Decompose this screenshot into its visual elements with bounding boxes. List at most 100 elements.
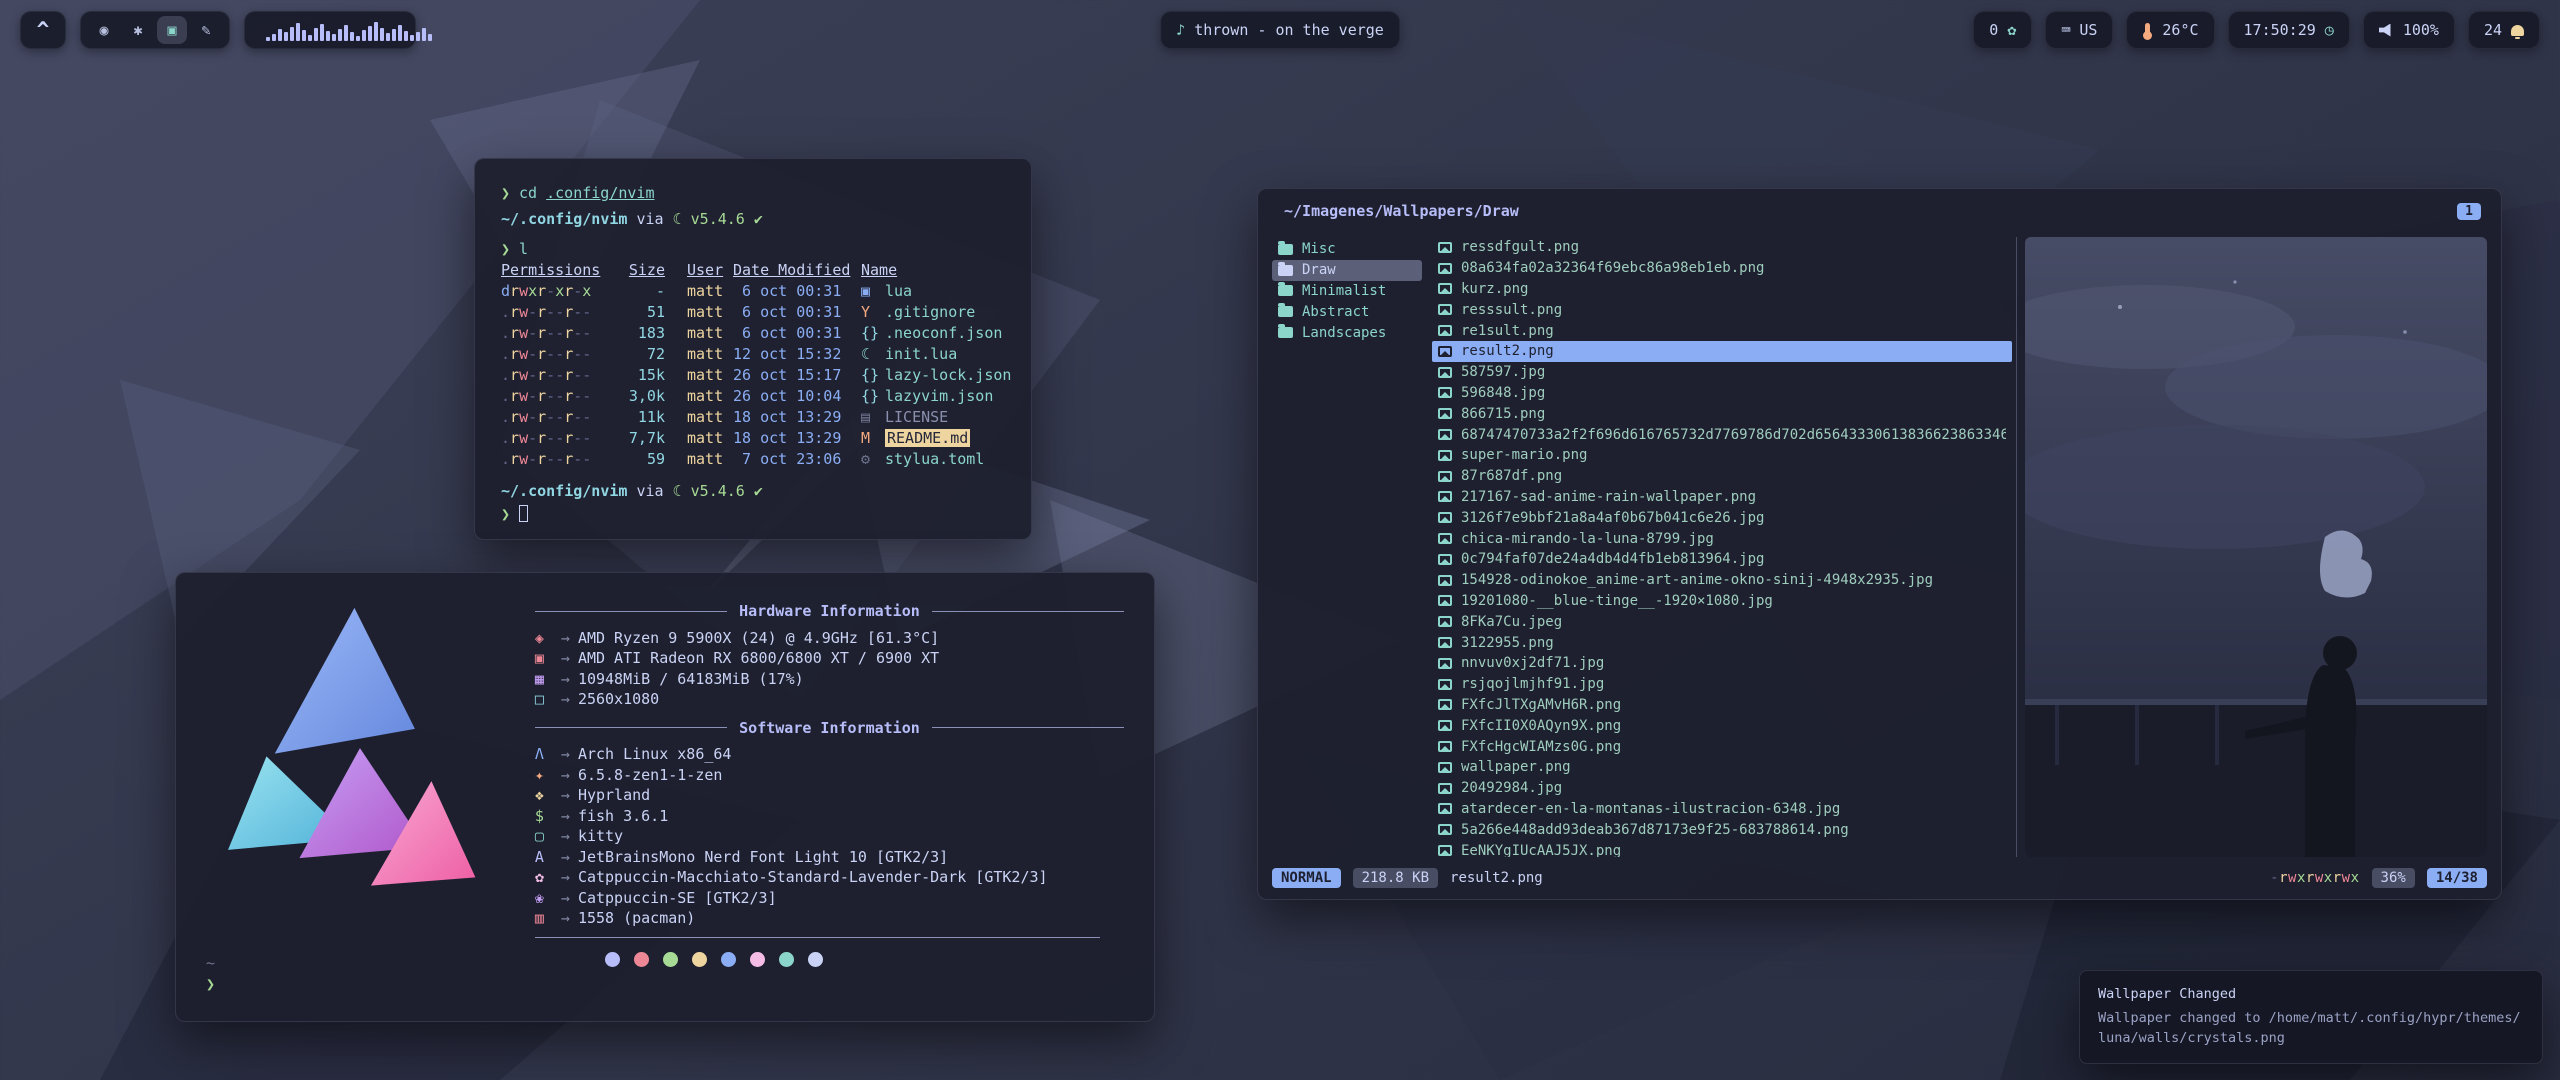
file-row[interactable]: 19201080-__blue-tinge__-1920×1080.jpg xyxy=(1432,591,2012,612)
color-dot xyxy=(634,952,649,967)
file-owner: matt xyxy=(681,449,733,470)
file-owner: matt xyxy=(681,281,733,302)
file-row[interactable]: FXfcII0X0AQyn9X.png xyxy=(1432,715,2012,736)
arrow-icon: → xyxy=(561,745,570,763)
file-row[interactable]: atardecer-en-la-montanas-ilustracion-634… xyxy=(1432,799,2012,820)
temperature-module[interactable]: 26°C xyxy=(2126,11,2214,49)
file-permissions: .rw-r--r-- xyxy=(501,365,617,386)
cava-bar xyxy=(374,22,378,41)
file-name: .gitignore xyxy=(885,303,975,321)
software-icon: ❖ xyxy=(535,785,561,806)
fetch-line: ✦→6.5.8-zen1-1-zen xyxy=(535,765,1124,786)
keyboard-layout-module[interactable]: ⌨ US xyxy=(2045,11,2113,49)
file-row[interactable]: 587597.jpg xyxy=(1432,362,2012,383)
file-row[interactable]: 87r687df.png xyxy=(1432,466,2012,487)
file-row[interactable]: result2.png xyxy=(1432,341,2012,362)
file-row[interactable]: EeNKYgIUcAAJ5JX.png xyxy=(1432,840,2012,857)
file-name: 596848.jpg xyxy=(1461,385,1545,401)
file-permissions: -rwxrwxrwx xyxy=(2270,870,2359,886)
workspace-icon[interactable]: ✱ xyxy=(123,16,153,44)
file-row[interactable]: 3126f7e9bbf21a8a4af0b67b041c6e26.jpg xyxy=(1432,507,2012,528)
file-row[interactable]: 3122955.png xyxy=(1432,632,2012,653)
file-permissions: .rw-r--r-- xyxy=(501,344,617,365)
file-row[interactable]: nnvuv0xj2df71.jpg xyxy=(1432,653,2012,674)
cava-bar xyxy=(308,35,312,41)
cursor-line: ❯ xyxy=(501,504,1005,525)
updates-module[interactable]: 0 ✿ xyxy=(1973,11,2032,49)
software-icon: ✦ xyxy=(535,765,561,786)
file-row[interactable]: rsjqojlmjhf91.jpg xyxy=(1432,674,2012,695)
image-file-icon xyxy=(1438,616,1452,627)
file-row[interactable]: 8FKa7Cu.jpeg xyxy=(1432,611,2012,632)
workspace-icon[interactable]: ◉ xyxy=(89,16,119,44)
folder-name: Draw xyxy=(1302,262,1336,278)
arrow-icon: → xyxy=(561,827,570,845)
file-row[interactable]: FXfcHgcWIAMzs0G.png xyxy=(1432,736,2012,757)
file-row[interactable]: super-mario.png xyxy=(1432,445,2012,466)
arrow-icon: → xyxy=(561,629,570,647)
file-row[interactable]: kurz.png xyxy=(1432,279,2012,300)
file-row[interactable]: 154928-odinokoe_anime-art-anime-okno-sin… xyxy=(1432,570,2012,591)
file-row[interactable]: 20492984.jpg xyxy=(1432,778,2012,799)
file-name: resssult.png xyxy=(1461,302,1562,318)
file-name: FXfcHgcWIAMzs0G.png xyxy=(1461,739,1621,755)
file-name: FXfcII0X0AQyn9X.png xyxy=(1461,718,1621,734)
sidebar-folder-item[interactable]: Misc xyxy=(1272,239,1422,260)
fetch-line: $→fish 3.6.1 xyxy=(535,806,1124,827)
terminal-window-nvim[interactable]: ❯cd .config/nvim ~/.config/nvim via ☾ v5… xyxy=(474,158,1032,540)
file-name: 3126f7e9bbf21a8a4af0b67b041c6e26.jpg xyxy=(1461,510,1764,526)
command-text: cd xyxy=(519,184,537,202)
file-row[interactable]: 217167-sad-anime-rain-wallpaper.png xyxy=(1432,487,2012,508)
file-row[interactable]: resssult.png xyxy=(1432,299,2012,320)
file-row[interactable]: 08a634fa02a32364f69ebc86a98eb1eb.png xyxy=(1432,258,2012,279)
clock-module[interactable]: 17:50:29 ◷ xyxy=(2228,11,2350,49)
image-file-icon xyxy=(1438,450,1452,461)
launcher-button[interactable]: ^ xyxy=(20,11,66,49)
sidebar-folder-item[interactable]: Draw xyxy=(1272,260,1422,281)
file-row[interactable]: wallpaper.png xyxy=(1432,757,2012,778)
file-date: 12 oct 15:32 xyxy=(733,344,861,365)
media-player-module[interactable]: ♪ thrown - on the verge xyxy=(1160,11,1400,49)
terminal-window-fetch[interactable]: Hardware Information ◈→AMD Ryzen 9 5900X… xyxy=(175,572,1155,1022)
file-row[interactable]: 68747470733a2f2f696d616765732d7769786d70… xyxy=(1432,424,2012,445)
notification-popup[interactable]: Wallpaper Changed Wallpaper changed to /… xyxy=(2079,970,2543,1064)
image-file-icon xyxy=(1438,387,1452,398)
file-row[interactable]: FXfcJlTXgAMvH6R.png xyxy=(1432,695,2012,716)
filesize-badge: 218.8 KB xyxy=(1353,868,1438,888)
fetch-value: AMD ATI Radeon RX 6800/6800 XT / 6900 XT xyxy=(578,649,939,667)
fetch-value: Arch Linux x86_64 xyxy=(578,745,732,763)
audio-visualizer-module xyxy=(244,11,416,49)
software-icon: ✿ xyxy=(535,867,561,888)
workspace-icon[interactable]: ✎ xyxy=(191,16,221,44)
cava-bar xyxy=(398,25,402,41)
tab-indicator[interactable]: 1 xyxy=(2457,203,2481,220)
file-row[interactable]: 0c794faf07de24a4db4d4fb1eb813964.jpg xyxy=(1432,549,2012,570)
file-name: atardecer-en-la-montanas-ilustracion-634… xyxy=(1461,801,1840,817)
section-rule xyxy=(535,937,1101,938)
file-date: 7 oct 23:06 xyxy=(733,449,861,470)
workspace-glyph: ◉ xyxy=(99,21,108,39)
workspace-glyph: ✱ xyxy=(133,21,142,39)
cava-bar xyxy=(284,32,288,41)
section-title: Hardware Information xyxy=(739,601,920,622)
notifications-module[interactable]: 24 xyxy=(2468,11,2540,49)
sidebar-folder-item[interactable]: Landscapes xyxy=(1272,322,1422,343)
file-row[interactable]: ressdfgult.png xyxy=(1432,237,2012,258)
file-name: ressdfgult.png xyxy=(1461,239,1579,255)
sidebar-folder-item[interactable]: Minimalist xyxy=(1272,281,1422,302)
cava-bar xyxy=(344,25,348,41)
volume-module[interactable]: 100% xyxy=(2363,11,2455,49)
workspace-icon[interactable]: ▣ xyxy=(157,16,187,44)
filetype-icon: {} xyxy=(861,365,885,386)
file-size: 11k xyxy=(617,407,665,428)
fetch-value: fish 3.6.1 xyxy=(578,807,668,825)
file-row[interactable]: re1sult.png xyxy=(1432,320,2012,341)
file-row[interactable]: 596848.jpg xyxy=(1432,383,2012,404)
file-row[interactable]: 866715.png xyxy=(1432,403,2012,424)
fetch-line: ▦→10948MiB / 64183MiB (17%) xyxy=(535,669,1124,690)
file-manager-window[interactable]: ~/Imagenes/Wallpapers/Draw 1 MiscDrawMin… xyxy=(1257,188,2502,900)
file-row[interactable]: 5a266e448add93deab367d87173e9f25-6837886… xyxy=(1432,819,2012,840)
file-row[interactable]: chica-mirando-la-luna-8799.jpg xyxy=(1432,528,2012,549)
sidebar-folder-item[interactable]: Abstract xyxy=(1272,301,1422,322)
file-name: 154928-odinokoe_anime-art-anime-okno-sin… xyxy=(1461,572,1933,588)
